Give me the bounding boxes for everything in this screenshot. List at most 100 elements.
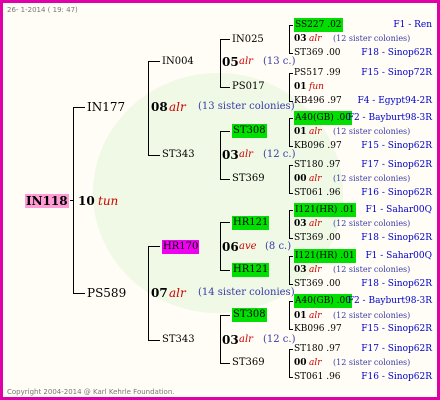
gen1-trait: alr — [169, 286, 186, 300]
connector — [289, 238, 293, 239]
gen3-trait: alr — [309, 358, 322, 368]
connector — [148, 155, 160, 156]
gen3-year: 03 — [294, 34, 307, 44]
copyright-footer: Copyright 2004-2014 @ Karl Kehrle Founda… — [7, 388, 175, 396]
connector — [289, 73, 293, 74]
gen1-note: (13 sister colonies) — [198, 101, 295, 112]
connector — [220, 222, 221, 270]
gen3-name[interactable]: ST369 — [232, 172, 265, 186]
page-title: 26- 1-2014 ( 19: 47) — [7, 6, 78, 14]
gen3-note: (12 sister colonies) — [333, 358, 411, 367]
connector — [220, 39, 221, 87]
gen2-year: 05 — [222, 55, 239, 69]
gen2-note: (8 c.) — [265, 241, 292, 252]
root-trait: tun — [98, 194, 119, 208]
connector — [289, 165, 290, 193]
gen3-name[interactable]: HR121 — [232, 216, 270, 230]
gen2-name[interactable]: IN004 — [162, 55, 194, 69]
connector — [220, 315, 230, 316]
gen4-origin: F16 - Sinop62R — [361, 188, 432, 198]
gen3-trait: alr — [309, 219, 322, 229]
gen1-year: 07 — [151, 286, 168, 300]
connector — [220, 315, 221, 363]
root-name[interactable]: IN118 — [25, 194, 69, 208]
gen2-name[interactable]: ST343 — [162, 148, 195, 162]
gen4-origin: F1 - Sahar00Q — [365, 205, 432, 215]
gen4-origin: F15 - Sinop72R — [361, 68, 432, 78]
gen1-name[interactable]: PS589 — [87, 286, 126, 300]
gen1-name[interactable]: IN177 — [87, 100, 125, 114]
gen2-name[interactable]: HR170 — [162, 240, 200, 254]
gen3-note: (12 sister colonies) — [333, 311, 411, 320]
connector — [289, 165, 293, 166]
gen3-year: 03 — [294, 219, 307, 229]
connector — [148, 246, 160, 247]
gen3-year: 00 — [294, 358, 307, 368]
gen3-trait: alr — [309, 34, 322, 44]
connector — [289, 101, 293, 102]
connector — [148, 61, 149, 155]
connector — [148, 246, 149, 340]
connector — [289, 73, 290, 101]
connector — [148, 340, 160, 341]
gen2-year: 06 — [222, 240, 239, 254]
gen2-note: (12 c.) — [263, 149, 296, 160]
gen4-origin: F16 - Sinop62R — [361, 372, 432, 382]
connector — [73, 107, 85, 108]
connector — [220, 131, 230, 132]
connector — [289, 301, 290, 329]
connector — [289, 256, 293, 257]
gen3-trait: alr — [309, 174, 322, 184]
gen3-trait: alr — [309, 127, 322, 137]
gen3-name[interactable]: HR121 — [232, 263, 270, 277]
gen4-origin: F17 - Sinop62R — [361, 344, 432, 354]
connector — [220, 222, 230, 223]
connector — [289, 256, 290, 284]
gen4-origin: F15 - Sinop62R — [361, 324, 432, 334]
gen1-note: (14 sister colonies) — [198, 287, 295, 298]
connector — [148, 61, 160, 62]
gen2-trait: alr — [239, 334, 253, 345]
gen4-origin: F2 - Bayburt98-3R — [347, 296, 432, 306]
connector — [289, 377, 293, 378]
gen3-trait: alr — [309, 311, 322, 321]
connector — [289, 210, 290, 238]
gen3-name[interactable]: PS017 — [232, 80, 265, 94]
gen3-year: 01 — [294, 311, 307, 321]
gen2-name[interactable]: ST343 — [162, 333, 195, 347]
gen4-origin: F1 - Sahar00Q — [365, 251, 432, 261]
gen3-note: (12 sister colonies) — [333, 174, 411, 183]
connector — [220, 270, 230, 271]
gen1-trait: alr — [169, 100, 186, 114]
gen3-name[interactable]: ST308 — [232, 124, 267, 138]
gen4-origin: F17 - Sinop62R — [361, 160, 432, 170]
gen4-origin: F4 - Egypt94-2R — [357, 96, 432, 106]
gen4-origin: F18 - Sinop62R — [361, 279, 432, 289]
gen4-origin: F15 - Sinop62R — [361, 141, 432, 151]
connector — [220, 87, 230, 88]
connector — [289, 118, 293, 119]
gen4-origin: F1 - Ren — [393, 20, 432, 30]
gen3-name[interactable]: IN025 — [232, 33, 264, 47]
gen4-origin: F18 - Sinop62R — [361, 48, 432, 58]
connector — [220, 131, 221, 179]
gen2-trait: alr — [239, 149, 253, 160]
gen3-note: (12 sister colonies) — [333, 127, 411, 136]
gen3-trait: alr — [309, 265, 322, 275]
gen4-origin: F2 - Bayburt98-3R — [347, 113, 432, 123]
gen1-year: 08 — [151, 100, 168, 114]
connector — [289, 53, 293, 54]
connector — [289, 301, 293, 302]
gen3-name[interactable]: ST308 — [232, 308, 267, 322]
gen3-year: 01 — [294, 127, 307, 137]
gen3-note: (12 sister colonies) — [333, 219, 411, 228]
gen2-note: (12 c.) — [263, 334, 296, 345]
gen2-year: 03 — [222, 148, 239, 162]
gen3-name[interactable]: ST369 — [232, 356, 265, 370]
root-year: 10 — [78, 194, 95, 208]
connector — [289, 210, 293, 211]
connector — [220, 179, 230, 180]
gen3-note: (12 sister colonies) — [333, 34, 411, 43]
connector — [73, 293, 85, 294]
connector — [289, 25, 293, 26]
